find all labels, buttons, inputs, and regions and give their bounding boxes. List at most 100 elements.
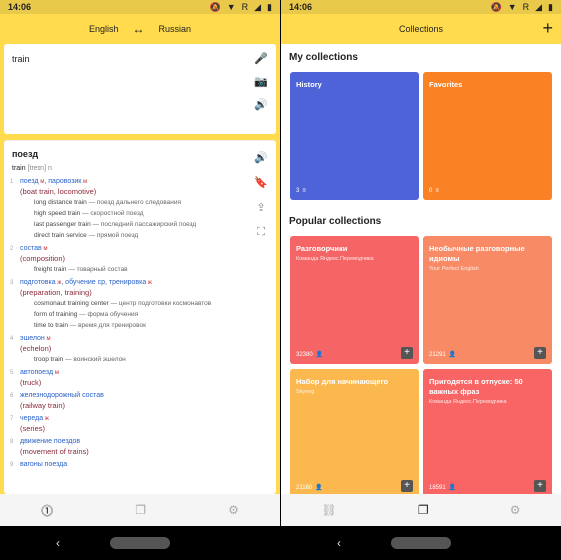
dictionary-entry: 4 эшелон м (echelon) troop train — воинский… bbox=[10, 334, 250, 365]
back-icon[interactable]: ‹ bbox=[337, 536, 341, 550]
entry-translation[interactable]: 1 поезд м, паровозик м bbox=[10, 177, 250, 187]
status-bar: 14:06 🔕 ▼ R ◢ ▮ bbox=[281, 0, 561, 14]
entry-meaning: (boat train, locomotive) bbox=[20, 187, 97, 196]
entry-translation[interactable]: 7 череда ж bbox=[10, 414, 250, 424]
camera-icon[interactable]: 📷 bbox=[254, 75, 268, 88]
dictionary-entry: 1 поезд м, паровозик м (boat train, locomo… bbox=[10, 177, 250, 241]
example-source: high speed train bbox=[34, 210, 81, 217]
entry-number: 2 bbox=[10, 246, 14, 252]
entry-word: подготовка bbox=[20, 279, 56, 286]
entry-translation[interactable]: 5 автопоезд м bbox=[10, 368, 250, 378]
example-translation: — скоростной поезд bbox=[80, 210, 144, 217]
collection-author: Skyeng bbox=[296, 389, 315, 395]
entry-word: вагоны поезда bbox=[20, 461, 68, 468]
tab-settings-icon[interactable]: ⚙ bbox=[228, 503, 239, 517]
home-pill[interactable] bbox=[391, 537, 451, 549]
subscribers-icon: 👤 bbox=[315, 352, 324, 358]
signal-icon: ◢ bbox=[535, 1, 543, 12]
speaker-icon[interactable]: 🔊 bbox=[254, 151, 268, 164]
entry-example: troop train — воинский эшелон bbox=[10, 354, 250, 365]
collection-name: Разговорчики bbox=[296, 244, 348, 253]
collection-name: Набор для начинающего bbox=[296, 377, 389, 386]
tab-collections-icon[interactable]: ❐ bbox=[135, 503, 146, 517]
entry-number: 6 bbox=[10, 393, 14, 399]
dictionary-entry: 3 подготовка ж, обучение ср, тренировка ж… bbox=[10, 278, 250, 331]
collection-tile[interactable]: Необычные разговорные идиомы Your Perfect… bbox=[423, 236, 552, 364]
collection-tile[interactable]: Разговорчики Команда Яндекс.Переводчика 32… bbox=[290, 236, 419, 364]
collection-name: Пригодятся в отпуске: 50 важных фраз bbox=[429, 377, 523, 396]
example-translation: — товарный состав bbox=[66, 266, 128, 273]
system-nav-bar: ‹ bbox=[0, 526, 280, 560]
example-source: form of training bbox=[34, 311, 78, 318]
example-translation: — последний пассажирский поезд bbox=[90, 221, 197, 228]
back-icon[interactable]: ‹ bbox=[56, 536, 60, 550]
wifi-icon: ▼ bbox=[226, 2, 236, 12]
microphone-icon[interactable]: 🎤 bbox=[254, 52, 268, 65]
status-icons: 🔕 ▼ R ◢ ▮ bbox=[490, 2, 553, 13]
subscribers-icon: 👤 bbox=[448, 485, 457, 491]
entry-number: 8 bbox=[10, 439, 14, 445]
entry-word: эшелон bbox=[20, 335, 45, 342]
tab-settings-icon[interactable]: ⚙ bbox=[510, 503, 521, 517]
example-source: troop train bbox=[34, 356, 64, 363]
entry-translation[interactable]: 8 движение поездов bbox=[10, 437, 250, 447]
carrier-label: R bbox=[522, 2, 530, 12]
carrier-label: R bbox=[241, 2, 249, 12]
entry-number: 4 bbox=[10, 336, 14, 342]
list-icon: ≡ bbox=[435, 188, 439, 194]
source-language-button[interactable]: English bbox=[89, 24, 119, 34]
example-source: last passenger train bbox=[34, 221, 91, 228]
collection-tile[interactable]: History 3 ≡ bbox=[290, 72, 419, 200]
entry-example: form of training — форма обучения bbox=[10, 309, 250, 320]
entry-translation[interactable]: 2 состав м bbox=[10, 244, 250, 254]
collection-tile[interactable]: Favorites 0 ≡ bbox=[423, 72, 552, 200]
entry-number: 7 bbox=[10, 416, 14, 422]
add-collection-button[interactable]: + bbox=[401, 347, 413, 359]
dictionary-entry: 2 состав м (composition) freight train — то… bbox=[10, 244, 250, 275]
example-source: freight train bbox=[34, 266, 67, 273]
collection-tile[interactable]: Пригодятся в отпуске: 50 важных фраз Кома… bbox=[423, 369, 552, 497]
count-value: 21160 bbox=[296, 484, 313, 491]
entry-translation[interactable]: 9 вагоны поезда bbox=[10, 460, 250, 470]
entry-translation[interactable]: 6 железнодорожный состав bbox=[10, 391, 250, 401]
add-collection-button[interactable]: + bbox=[401, 480, 413, 492]
collection-count: 18591 👤 bbox=[429, 484, 457, 492]
collection-count: 21160 👤 bbox=[296, 484, 323, 492]
entry-meaning: (echelon) bbox=[20, 344, 52, 353]
add-collection-button[interactable]: + bbox=[534, 480, 546, 492]
collection-count: 32380 👤 bbox=[296, 351, 324, 359]
entry-gender: м bbox=[44, 336, 51, 342]
speaker-icon[interactable]: 🔊 bbox=[254, 98, 268, 111]
add-collection-button[interactable]: + bbox=[534, 347, 546, 359]
add-collection-icon[interactable]: + bbox=[542, 18, 553, 38]
transcription: [treɪn] bbox=[27, 165, 47, 172]
input-card[interactable]: train 🎤 📷 🔊 bbox=[4, 44, 276, 134]
example-translation: — форма обучения bbox=[77, 311, 139, 318]
entry-synonyms: , обучение ср, тренировка bbox=[61, 279, 147, 286]
tab-translate-icon[interactable]: ⓵ bbox=[41, 502, 53, 519]
home-pill[interactable] bbox=[110, 537, 170, 549]
bookmark-icon[interactable]: 🔖 bbox=[254, 176, 268, 189]
target-language-button[interactable]: Russian bbox=[159, 24, 192, 34]
tab-translate-icon[interactable]: ⛓ bbox=[322, 503, 337, 517]
tab-collections-icon[interactable]: ❐ bbox=[418, 503, 429, 517]
input-actions: 🎤 📷 🔊 bbox=[254, 52, 268, 111]
swap-languages-icon[interactable]: ↔ bbox=[133, 22, 145, 36]
entry-word: череда bbox=[20, 415, 44, 422]
fullscreen-icon[interactable]: ⛶ bbox=[257, 226, 265, 239]
status-icons: 🔕 ▼ R ◢ ▮ bbox=[209, 2, 272, 13]
example-translation: — воинский эшелон bbox=[63, 356, 126, 363]
entry-translation[interactable]: 4 эшелон м bbox=[10, 334, 250, 344]
share-icon[interactable]: ⇪ bbox=[257, 201, 266, 214]
entry-word: состав bbox=[20, 245, 42, 252]
collection-tile[interactable]: Набор для начинающего Skyeng 21160 👤 + bbox=[290, 369, 419, 497]
list-icon: ≡ bbox=[302, 188, 306, 194]
count-value: 21291 bbox=[429, 351, 446, 358]
dictionary-entry: 5 автопоезд м (truck) bbox=[10, 368, 250, 388]
entry-example: cosmonaut training center — центр подгот… bbox=[10, 298, 250, 309]
tab-bar: ⛓ ❐ ⚙ bbox=[281, 494, 561, 526]
result-actions: 🔊 🔖 ⇪ ⛶ bbox=[254, 151, 268, 239]
entry-translation[interactable]: 3 подготовка ж, обучение ср, тренировка ж bbox=[10, 278, 250, 288]
example-translation: — поезд дальнего следования bbox=[86, 199, 182, 206]
input-text[interactable]: train bbox=[12, 54, 30, 64]
